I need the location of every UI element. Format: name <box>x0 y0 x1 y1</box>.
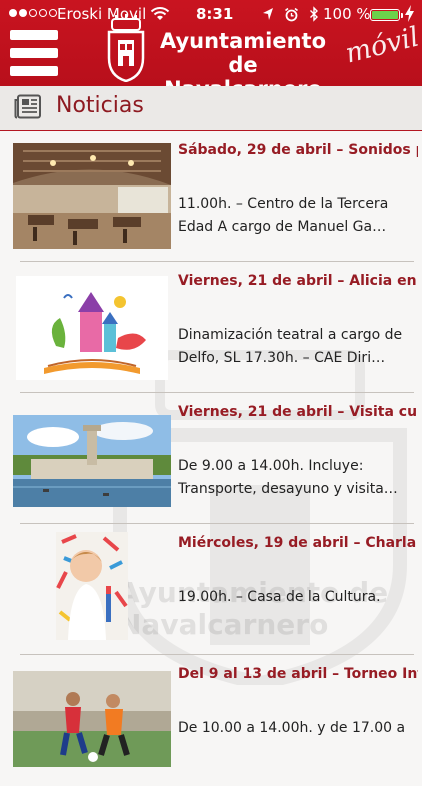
section-title: Noticias <box>56 93 144 118</box>
location-arrow-icon <box>263 8 273 20</box>
news-title: Sábado, 29 de abril – Sonidos par… <box>178 142 418 158</box>
news-thumbnail-monument <box>13 415 171 507</box>
news-title: Viernes, 21 de abril – Visita cultu… <box>178 404 418 420</box>
news-title: Viernes, 21 de abril – Alicia en el… <box>178 273 418 289</box>
news-thumbnail-storybook <box>16 276 168 380</box>
news-description: 11.00h. – Centro de la Tercera Edad A ca… <box>178 196 389 235</box>
wifi-icon <box>150 7 170 20</box>
news-description: Dinamización teatral a cargo de Delfo, S… <box>178 327 403 366</box>
section-header: Noticias <box>0 86 422 131</box>
hamburger-menu-icon[interactable] <box>10 30 58 76</box>
battery-percentage: 100 % <box>323 5 371 23</box>
news-thumbnail-child <box>56 532 128 640</box>
app-title-line1: Ayuntamiento de <box>159 29 327 77</box>
news-description: De 9.00 a 14.00h. Incluye: Transporte, d… <box>178 458 398 497</box>
signal-dots-icon <box>9 9 57 17</box>
news-thumbnail-football <box>13 671 171 767</box>
news-item[interactable]: Miércoles, 19 de abril – Charla –… 19.00… <box>0 524 422 655</box>
coat-of-arms-icon <box>107 14 145 82</box>
news-title: Del 9 al 13 de abril – Torneo Inter… <box>178 666 418 682</box>
news-list: Sábado, 29 de abril – Sonidos par… 11.00… <box>0 131 422 786</box>
news-item[interactable]: Viernes, 21 de abril – Alicia en el… Din… <box>0 262 422 393</box>
newspaper-icon <box>14 94 41 119</box>
news-thumbnail-hall <box>13 143 171 249</box>
alarm-icon <box>285 7 298 21</box>
bluetooth-icon <box>310 6 318 22</box>
charging-bolt-icon <box>405 5 414 22</box>
news-item[interactable]: Del 9 al 13 de abril – Torneo Inter… De … <box>0 655 422 786</box>
status-bar: Eroski Movil 8:31 100 % <box>0 0 422 30</box>
battery-icon <box>370 9 403 21</box>
news-item[interactable]: Viernes, 21 de abril – Visita cultu… De … <box>0 393 422 524</box>
news-description: De 10.00 a 14.00h. y de 17.00 a <box>178 720 406 736</box>
top-header: Eroski Movil 8:31 100 % Ayuntamiento de … <box>0 0 422 101</box>
news-description: 19.00h. – Casa de la Cultura. <box>178 589 381 605</box>
clock-time: 8:31 <box>196 5 234 23</box>
news-item[interactable]: Sábado, 29 de abril – Sonidos par… 11.00… <box>0 131 422 262</box>
news-title: Miércoles, 19 de abril – Charla –… <box>178 535 418 551</box>
